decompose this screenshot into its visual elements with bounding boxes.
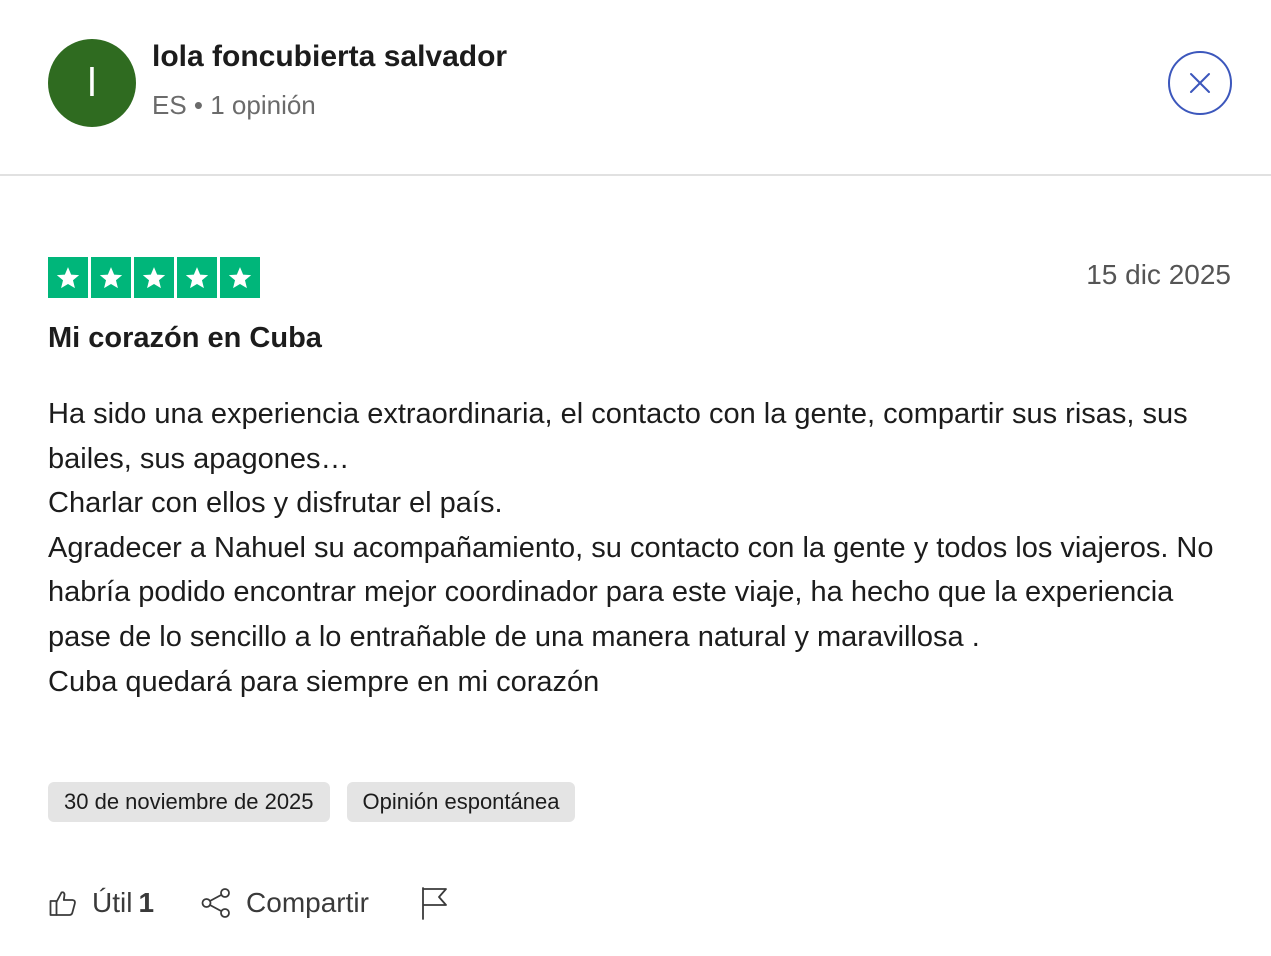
spontaneous-review-tag[interactable]: Opinión espontánea <box>346 782 576 822</box>
review-body: Ha sido una experiencia extraordinaria, … <box>48 392 1243 704</box>
review-title: Mi corazón en Cuba <box>48 322 322 354</box>
share-button[interactable]: Compartir <box>200 887 369 919</box>
star-icon <box>48 257 88 298</box>
useful-button[interactable]: Útil 1 <box>48 887 154 919</box>
review-paragraph: Ha sido una experiencia extraordinaria, … <box>48 398 1188 475</box>
review-modal: l lola foncubierta salvador ES • 1 opini… <box>0 0 1271 956</box>
close-icon <box>1190 73 1210 93</box>
useful-label: Útil <box>92 887 133 918</box>
reviewer-meta: ES • 1 opinión <box>152 90 316 120</box>
report-button[interactable] <box>419 886 449 920</box>
reviewer-name[interactable]: lola foncubierta salvador <box>152 40 507 74</box>
share-label: Compartir <box>246 887 369 918</box>
avatar[interactable]: l <box>48 39 136 127</box>
review-tags: 30 de noviembre de 2025 Opinión espontán… <box>48 782 576 822</box>
useful-count: 1 <box>138 887 155 918</box>
review-paragraph: Charlar con ellos y disfrutar el país. <box>48 487 503 520</box>
star-icon <box>220 257 260 298</box>
review-date: 15 dic 2025 <box>1086 259 1231 290</box>
flag-icon <box>422 887 447 920</box>
star-icon <box>134 257 174 298</box>
experience-date-tag: 30 de noviembre de 2025 <box>48 782 330 822</box>
star-icon <box>91 257 131 298</box>
reviewer-header: l lola foncubierta salvador ES • 1 opini… <box>0 0 1271 176</box>
close-button[interactable] <box>1168 51 1232 115</box>
star-icon <box>177 257 217 298</box>
review-actions: Útil 1 Compartir <box>48 880 449 926</box>
thumbs-up-icon <box>49 891 76 916</box>
review-paragraph: Agradecer a Nahuel su acompañamiento, su… <box>48 531 1214 653</box>
star-rating <box>48 257 260 298</box>
review-paragraph: Cuba quedará para siempre en mi corazón <box>48 665 600 698</box>
share-icon <box>201 888 230 918</box>
